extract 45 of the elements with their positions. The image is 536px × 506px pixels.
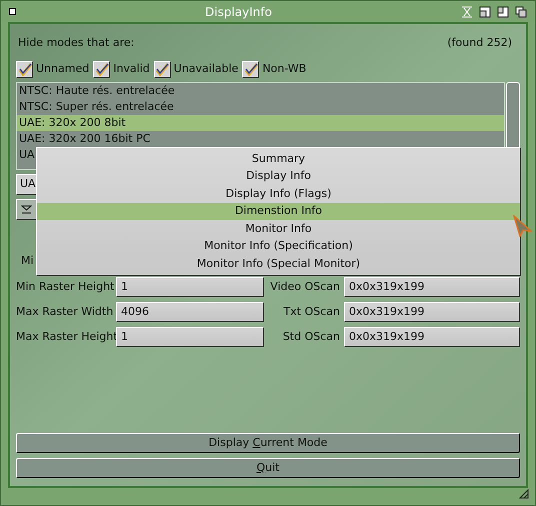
field-label: Video OScan: [269, 278, 341, 295]
mode-list-item[interactable]: NTSC: Haute rés. entrelacée: [17, 83, 504, 99]
menu-item[interactable]: Monitor Info (Special Monitor): [37, 255, 520, 272]
checkbox[interactable]: [16, 60, 33, 78]
depth-gadget-icon[interactable]: [515, 6, 527, 18]
action-button[interactable]: Quit: [16, 458, 520, 478]
menu-item[interactable]: Monitor Info (Specification): [37, 238, 520, 255]
checkbox-label: Unnamed: [36, 60, 90, 77]
mouse-pointer-icon: [513, 215, 532, 237]
value-field: 1: [116, 277, 264, 297]
dropdown-arrow-icon: [21, 205, 32, 214]
checkbox-label: Unavailable: [174, 60, 238, 77]
resize-handle-icon[interactable]: [519, 489, 529, 499]
action-button[interactable]: Display Current Mode: [16, 433, 520, 453]
filter-label: Hide modes that are:: [18, 34, 134, 51]
field-label: Std OScan: [282, 328, 341, 345]
menu-item[interactable]: Display Info (Flags): [37, 185, 520, 202]
value-field: 0x0x319x199: [344, 327, 520, 347]
cycle-button[interactable]: [16, 199, 37, 220]
checkbox-label: Non-WB: [262, 60, 306, 77]
menu-item[interactable]: Dimenstion Info: [37, 202, 520, 220]
checkbox[interactable]: [242, 60, 260, 78]
checkbox-label: Invalid: [113, 60, 150, 77]
close-gadget-icon[interactable]: [9, 8, 16, 15]
iconify-gadget-icon[interactable]: [461, 6, 473, 18]
field-label: Mi: [21, 252, 34, 269]
value-field: 0x0x319x199: [344, 302, 520, 322]
value-field: 1: [116, 327, 264, 347]
field-label: Max Raster Height: [16, 328, 116, 345]
zoom-gadget-icon[interactable]: [479, 6, 491, 18]
field-label: Max Raster Width: [16, 304, 114, 320]
checkbox[interactable]: [93, 60, 110, 78]
size-gadget-icon[interactable]: [497, 6, 509, 18]
menu-item[interactable]: Display Info: [37, 168, 520, 185]
field-label: Txt OScan: [282, 304, 341, 320]
checkbox[interactable]: [154, 60, 171, 78]
mode-list-item[interactable]: UAE: 320x 200 16bit PC: [17, 131, 504, 147]
field-label: Min Raster Height: [16, 278, 116, 295]
value-field: 0x0x319x199: [344, 277, 520, 297]
menu-item[interactable]: Summary: [37, 150, 520, 168]
mode-list-item[interactable]: UAE: 320x 200 8bit: [17, 115, 504, 131]
value-field: 4096: [116, 302, 264, 322]
mode-list-item[interactable]: NTSC: Super rés. entrelacée: [17, 99, 504, 115]
found-count: (found 252): [447, 34, 512, 51]
window-title: DisplayInfo: [204, 4, 273, 20]
